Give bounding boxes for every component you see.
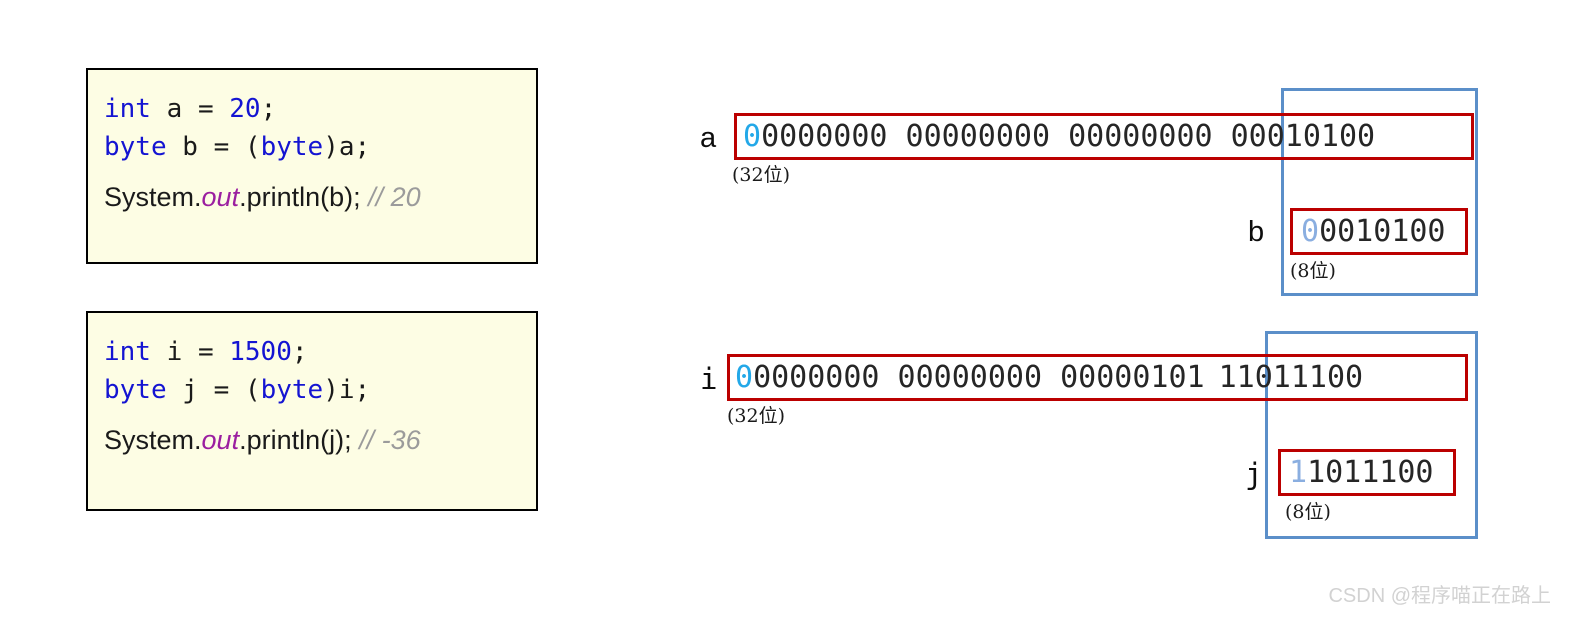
highlighted-sign-bit: 0 bbox=[735, 359, 754, 395]
bits-text-j: 11011100 bbox=[1289, 454, 1434, 490]
code-token: // -36 bbox=[359, 425, 421, 455]
bit-width-caption-j: (8位) bbox=[1285, 501, 1331, 523]
code-token: ; bbox=[260, 94, 277, 124]
variable-label-i: i bbox=[700, 362, 718, 396]
code-snippet-box-i: int i = 1500; byte j = (byte)i; System.o… bbox=[86, 311, 538, 511]
bits-red-box-b: 00010100 bbox=[1290, 208, 1468, 255]
code-token: ; bbox=[291, 337, 308, 367]
code-token: a bbox=[150, 94, 198, 124]
code-token: 20 bbox=[229, 94, 261, 124]
code-token: out bbox=[201, 182, 240, 212]
bits-red-box-a: 00000000 00000000 00000000 00010100 bbox=[734, 113, 1474, 160]
code-token: = ( bbox=[213, 375, 261, 405]
code-token: byte bbox=[104, 375, 167, 405]
code-token: int bbox=[104, 337, 151, 367]
csdn-watermark: CSDN @程序喵正在路上 bbox=[1328, 585, 1551, 607]
code-line: byte j = (byte)i; bbox=[104, 377, 520, 403]
code-token: byte bbox=[104, 132, 167, 162]
code-token: i bbox=[150, 337, 198, 367]
bits-red-box-j: 11011100 bbox=[1278, 449, 1456, 496]
code-token: = bbox=[197, 94, 230, 124]
code-line: int a = 20; bbox=[104, 96, 520, 122]
code-token: System. bbox=[104, 182, 202, 212]
bit-width-caption-b: (8位) bbox=[1290, 260, 1336, 282]
highlighted-sign-bit: 0 bbox=[1301, 213, 1320, 249]
code-token: byte bbox=[260, 132, 324, 162]
variable-label-a: a bbox=[700, 122, 717, 154]
code-snippet-box-a: int a = 20; byte b = (byte)a; System.out… bbox=[86, 68, 538, 264]
code-token: .println(b); bbox=[239, 182, 369, 212]
code-token: )a; bbox=[323, 132, 371, 162]
bits-text-i-low: 11011100 bbox=[1218, 359, 1364, 395]
code-token: out bbox=[201, 425, 240, 455]
code-token: .println(j); bbox=[239, 425, 360, 455]
variable-label-b: b bbox=[1248, 216, 1265, 248]
code-token: j bbox=[166, 375, 214, 405]
bit-width-caption-i: (32位) bbox=[727, 405, 786, 427]
code-token: 1500 bbox=[229, 337, 292, 367]
code-token: System. bbox=[104, 425, 202, 455]
code-line: System.out.println(b); // 20 bbox=[104, 184, 520, 211]
code-line: byte b = (byte)a; bbox=[104, 134, 520, 160]
code-line: System.out.println(j); // -36 bbox=[104, 427, 520, 454]
bits-text-i-high: 00000000 00000000 00000101 bbox=[735, 359, 1205, 395]
code-line: int i = 1500; bbox=[104, 339, 520, 365]
code-token: = bbox=[197, 337, 230, 367]
highlighted-sign-bit: 0 bbox=[743, 118, 762, 154]
bits-text-a-low: 00010100 bbox=[1230, 118, 1376, 154]
code-token: byte bbox=[260, 375, 324, 405]
code-token: b bbox=[166, 132, 214, 162]
code-token: )i; bbox=[323, 375, 371, 405]
code-token: int bbox=[104, 94, 151, 124]
highlighted-sign-bit: 1 bbox=[1289, 454, 1308, 490]
code-token: // 20 bbox=[368, 182, 421, 212]
bit-width-caption-a: (32位) bbox=[732, 164, 791, 186]
variable-label-j: j bbox=[1245, 457, 1263, 491]
code-token: = ( bbox=[213, 132, 261, 162]
bits-text-a-high: 00000000 00000000 00000000 bbox=[743, 118, 1213, 154]
bits-red-box-i: 00000000 00000000 00000101 11011100 bbox=[727, 354, 1468, 401]
bits-text-b: 00010100 bbox=[1301, 213, 1446, 249]
